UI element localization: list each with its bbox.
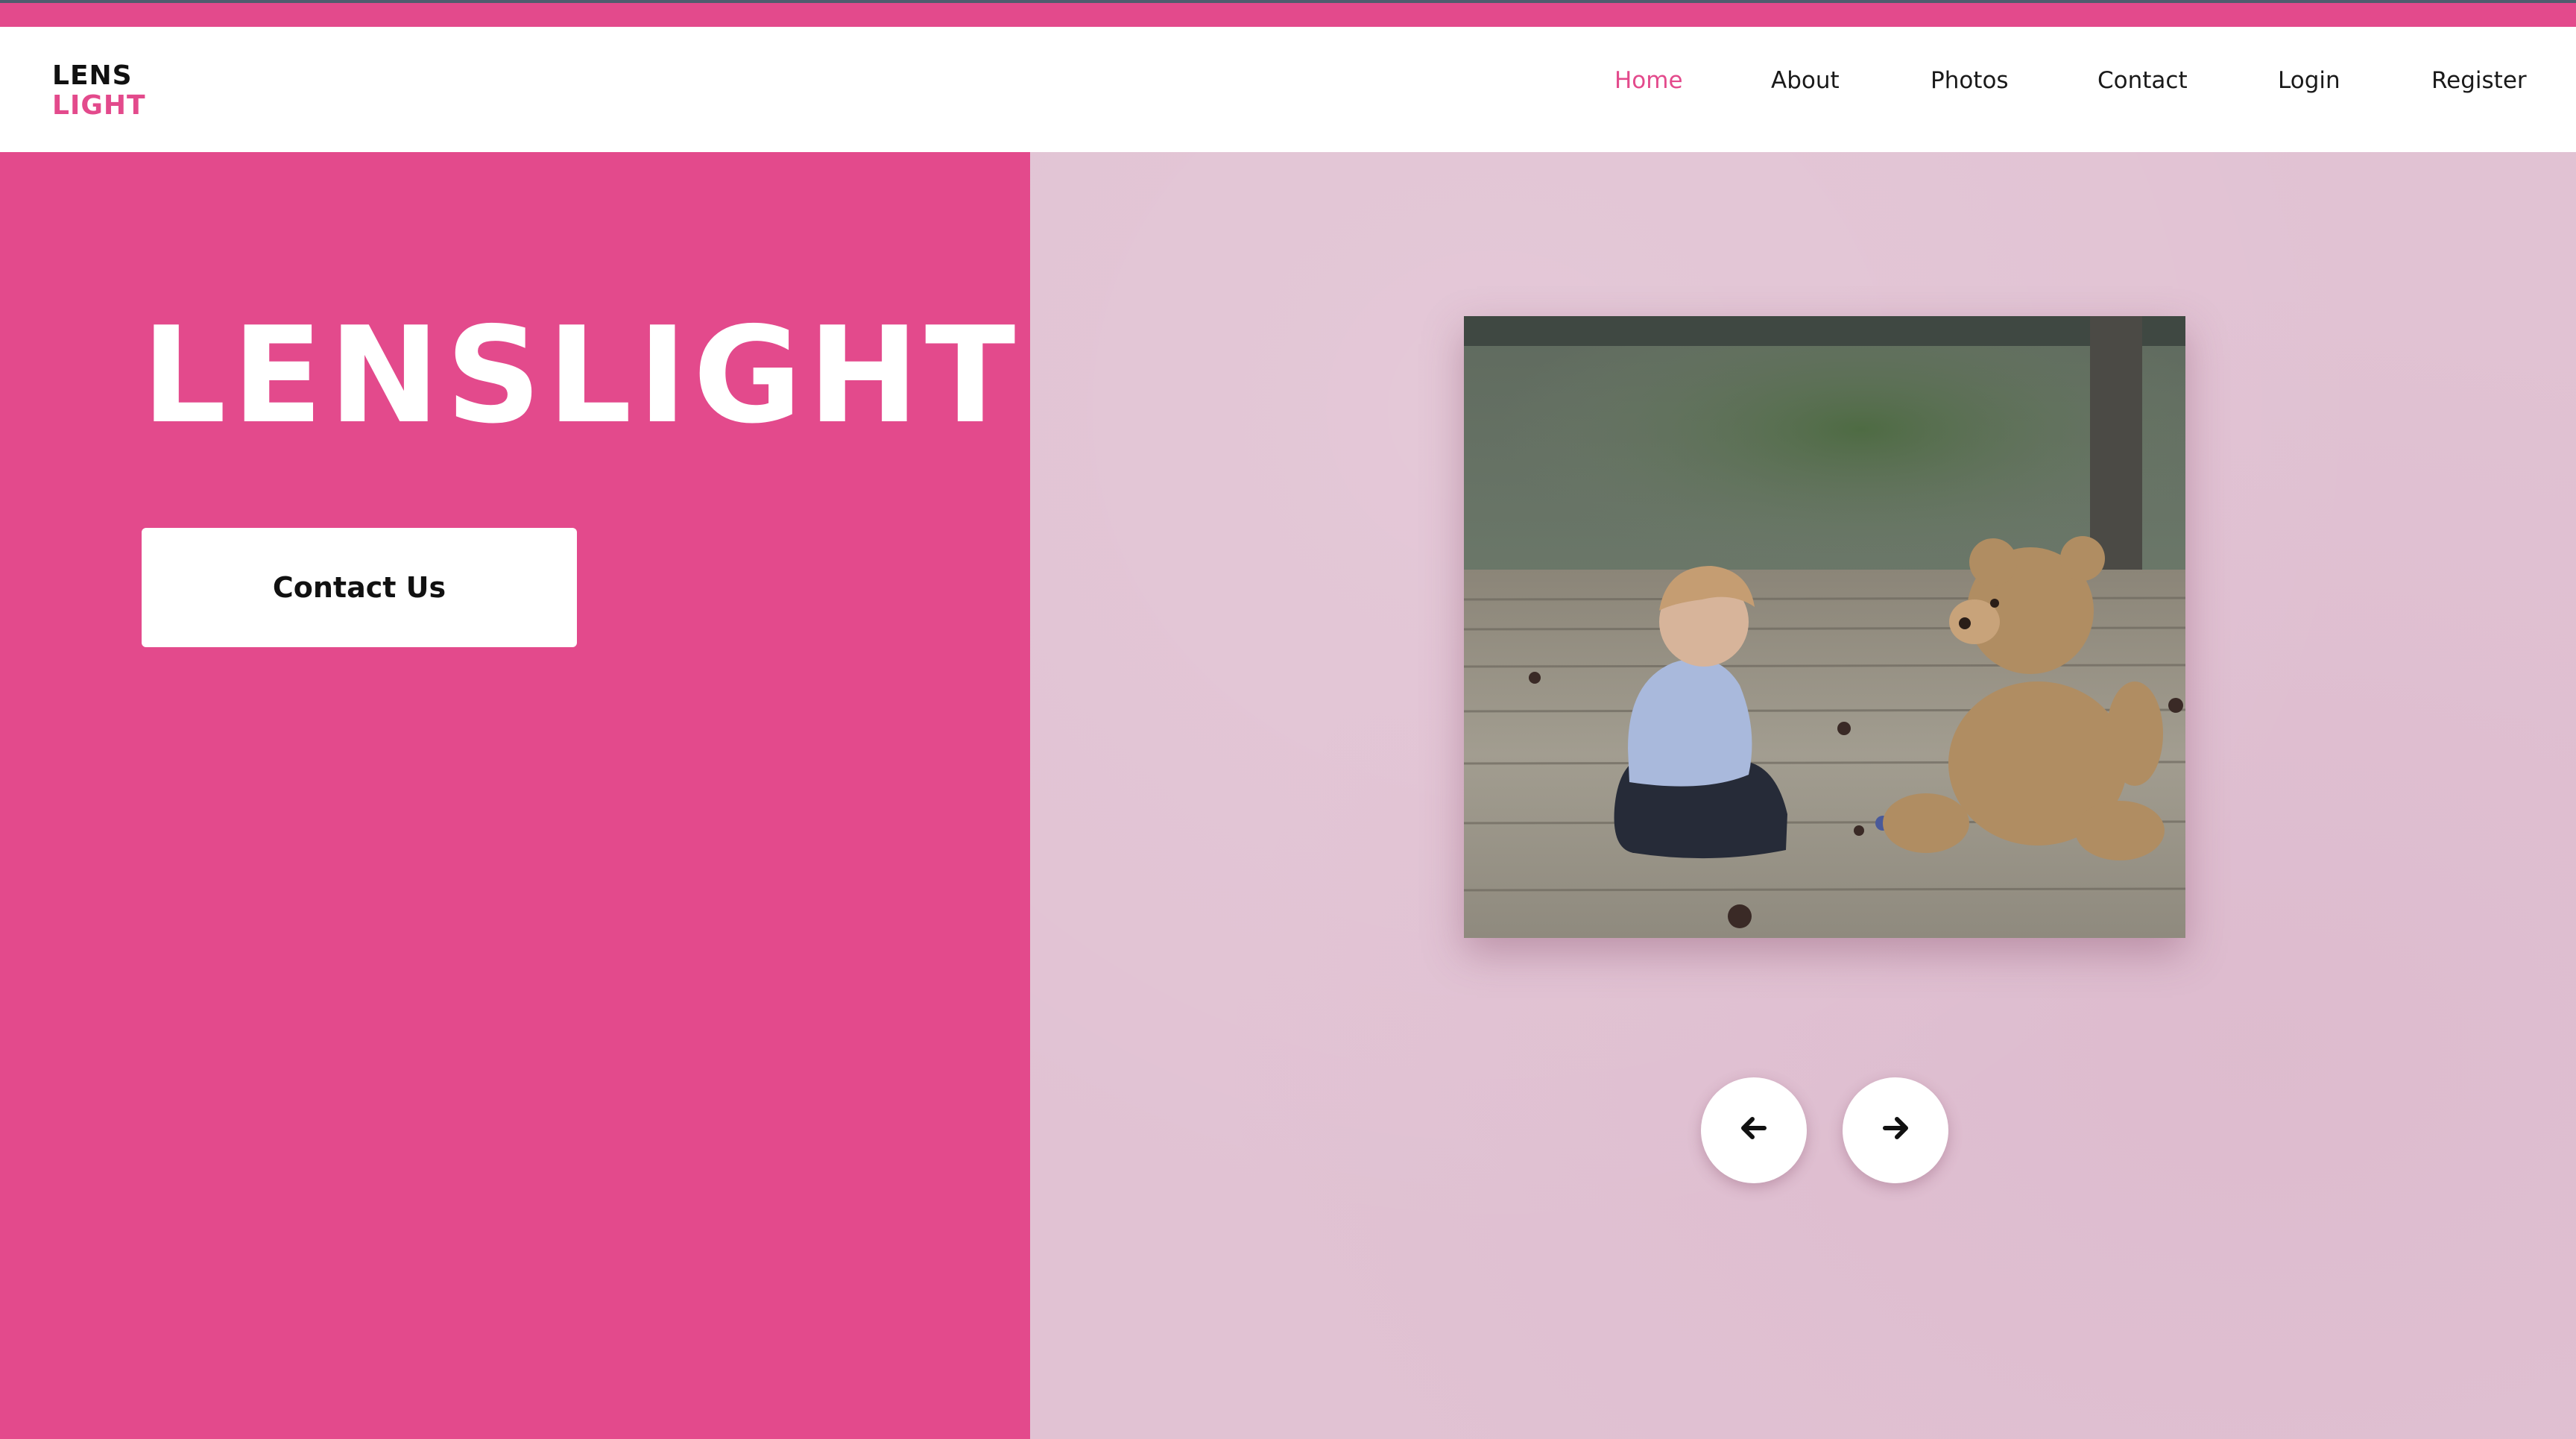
carousel-prev-button[interactable] [1701, 1077, 1807, 1183]
carousel-next-button[interactable] [1843, 1077, 1948, 1183]
nav-about[interactable]: About [1771, 67, 1840, 94]
nav-photos[interactable]: Photos [1931, 67, 2009, 94]
nav-login[interactable]: Login [2278, 67, 2340, 94]
arrow-right-icon [1882, 1115, 1909, 1146]
arrow-left-icon [1740, 1115, 1767, 1146]
nav-home[interactable]: Home [1614, 67, 1683, 94]
nav-menu: Home About Photos Contact Login Register [0, 27, 2576, 152]
navbar: LENS LIGHT Home About Photos Contact Log… [0, 27, 2576, 152]
carousel-photo [1464, 316, 2185, 938]
nav-contact[interactable]: Contact [2097, 67, 2188, 94]
nav-register[interactable]: Register [2431, 67, 2527, 94]
hero-title: LENSLIGHT [142, 298, 1022, 453]
top-accent-bar [0, 0, 2576, 27]
contact-us-button[interactable]: Contact Us [142, 528, 577, 647]
